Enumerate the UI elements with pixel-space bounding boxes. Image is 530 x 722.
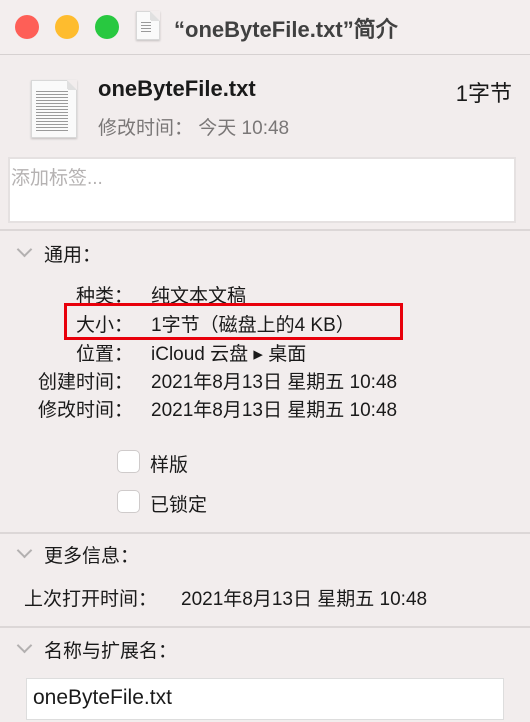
section-general[interactable]: 通用： xyxy=(44,240,101,267)
modified-value: 2021年8月13日 星期五 10:48 xyxy=(151,400,398,421)
modified-summary: 修改时间： 今天 10:48 xyxy=(98,118,290,139)
zoom-button[interactable] xyxy=(95,15,119,39)
divider xyxy=(0,626,530,628)
section-name-extension[interactable]: 名称与扩展名： xyxy=(44,636,177,663)
stationery-label: 样版 xyxy=(150,455,189,476)
last-opened-label: 上次打开时间： xyxy=(24,589,158,610)
title-bar: “oneByteFile.txt”简介 xyxy=(0,0,530,55)
locked-label: 已锁定 xyxy=(150,495,208,516)
name-extension-value: oneByteFile.txt xyxy=(33,686,172,709)
text-file-icon xyxy=(31,80,77,138)
file-name: oneByteFile.txt xyxy=(98,76,256,101)
divider xyxy=(0,229,530,231)
name-extension-input[interactable]: oneByteFile.txt xyxy=(26,678,504,720)
text-file-icon xyxy=(136,11,160,40)
section-more-info[interactable]: 更多信息： xyxy=(44,541,139,568)
last-opened-value: 2021年8月13日 星期五 10:48 xyxy=(181,589,428,610)
created-value: 2021年8月13日 星期五 10:48 xyxy=(151,372,398,393)
created-label: 创建时间： xyxy=(37,372,133,393)
file-size: 1字节 xyxy=(455,81,512,106)
divider xyxy=(0,532,530,534)
chevron-down-icon[interactable] xyxy=(16,241,33,258)
location-value: iCloud 云盘 ▸ 桌面 xyxy=(151,344,307,365)
chevron-down-icon[interactable] xyxy=(16,637,33,654)
minimize-button[interactable] xyxy=(55,15,79,39)
chevron-down-icon[interactable] xyxy=(16,542,33,559)
tags-input[interactable]: 添加标签... xyxy=(8,157,516,223)
window-title: “oneByteFile.txt”简介 xyxy=(174,17,398,42)
highlight-box xyxy=(64,303,403,340)
locked-checkbox[interactable] xyxy=(117,490,140,513)
location-label: 位置： xyxy=(75,344,133,365)
close-button[interactable] xyxy=(15,15,39,39)
tags-placeholder: 添加标签... xyxy=(11,168,103,189)
stationery-checkbox[interactable] xyxy=(117,450,140,473)
modified-label: 修改时间： xyxy=(37,400,133,421)
